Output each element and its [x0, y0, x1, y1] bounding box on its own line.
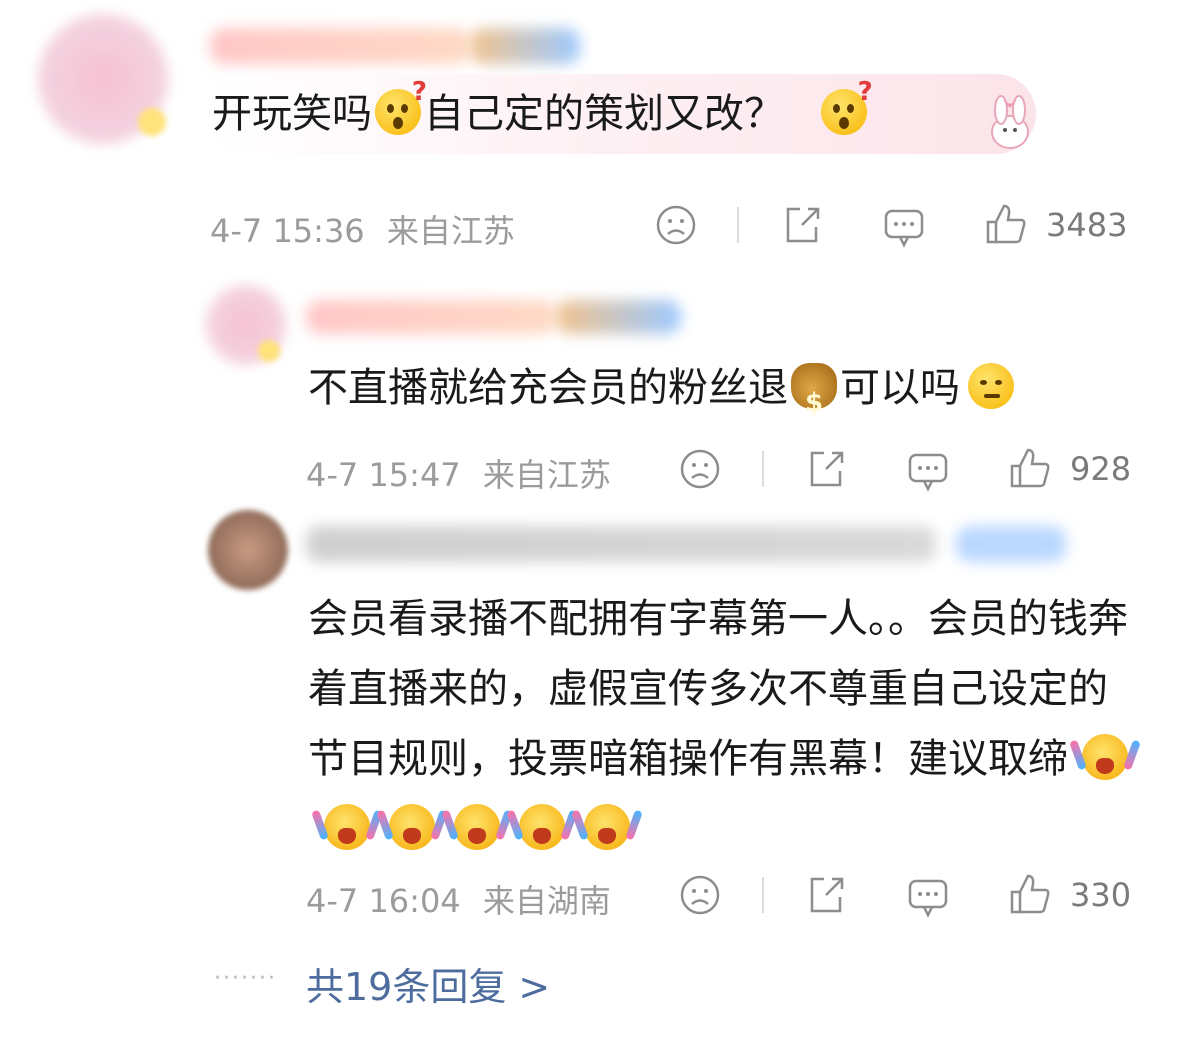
cheering-cry-emoji-icon: [324, 804, 370, 850]
user-badge-blurred: [956, 526, 1066, 562]
comment-icon[interactable]: [906, 875, 950, 919]
money-bag-emoji-icon: $: [791, 363, 837, 418]
user-badge-blurred: [556, 300, 681, 334]
comment-time: 4-7 16:04: [306, 882, 461, 920]
comment-meta: 4-7 15:36 来自江苏: [210, 206, 515, 252]
cheering-cry-emoji-icon: [1082, 734, 1128, 780]
like-icon[interactable]: [984, 202, 1028, 246]
comment-text-part: 自己定的策划又改？: [424, 91, 784, 137]
comment-time: 4-7 15:36: [210, 212, 365, 250]
comment-text-body: 会员看录播不配拥有字幕第一人。。会员的钱奔着直播来的，虚假宣传多次不尊重自己设定…: [308, 596, 1128, 782]
replies-divider-dots: ·······: [214, 966, 277, 991]
bunny-sticker-icon: [975, 90, 1045, 160]
comment-text: 会员看录播不配拥有字幕第一人。。会员的钱奔着直播来的，虚假宣传多次不尊重自己设定…: [308, 584, 1138, 864]
thinking-question-emoji-icon: ?: [375, 79, 427, 135]
like-count: 330: [1070, 876, 1132, 914]
cheering-cry-emoji-icon: [389, 804, 435, 850]
thinking-emoji-icon: [968, 363, 1014, 409]
share-icon[interactable]: [780, 203, 824, 247]
divider: [762, 451, 764, 487]
vip-badge-icon: [138, 108, 166, 136]
like-count: 3483: [1046, 206, 1128, 244]
cheering-cry-emoji-icon: [519, 804, 565, 850]
comment-time: 4-7 15:47: [306, 456, 461, 494]
comment-meta: 4-7 16:04 来自湖南: [306, 876, 611, 922]
comment-text-part: 不直播就给充会员的粉丝退: [308, 365, 788, 411]
divider: [737, 207, 739, 243]
username-blurred[interactable]: [306, 300, 556, 334]
view-replies-link[interactable]: 共19条回复 >: [306, 956, 550, 1011]
avatar[interactable]: [208, 510, 288, 590]
like-icon[interactable]: [1008, 872, 1052, 916]
share-icon[interactable]: [804, 447, 848, 491]
dislike-icon[interactable]: [678, 873, 722, 917]
cheering-cry-emoji-icon: [584, 804, 630, 850]
like-icon[interactable]: [1008, 446, 1052, 490]
share-icon[interactable]: [804, 873, 848, 917]
comment-icon[interactable]: [906, 449, 950, 493]
divider: [762, 877, 764, 913]
dislike-icon[interactable]: [654, 203, 698, 247]
comment-text: 不直播就给充会员的粉丝退 $ 可以吗: [308, 356, 1017, 420]
comment-meta: 4-7 15:47 来自江苏: [306, 450, 611, 496]
comment-icon[interactable]: [882, 205, 926, 249]
dislike-icon[interactable]: [678, 447, 722, 491]
username-blurred[interactable]: [306, 526, 936, 562]
comment-text-part: 开玩笑吗: [212, 91, 372, 137]
user-badge-blurred: [470, 28, 580, 64]
comment-location: 来自江苏: [386, 212, 515, 250]
username-blurred[interactable]: [210, 28, 470, 64]
thinking-question-emoji-icon: ?: [820, 79, 873, 135]
comment-location: 来自湖南: [482, 882, 611, 920]
comment-text: 开玩笑吗? 自己定的策划又改？ ?: [212, 79, 873, 146]
comment-location: 来自江苏: [482, 456, 611, 494]
cheering-cry-emoji-icon: [454, 804, 500, 850]
vip-badge-icon: [258, 340, 280, 362]
comment-text-part: 可以吗: [840, 365, 960, 411]
like-count: 928: [1070, 450, 1132, 488]
